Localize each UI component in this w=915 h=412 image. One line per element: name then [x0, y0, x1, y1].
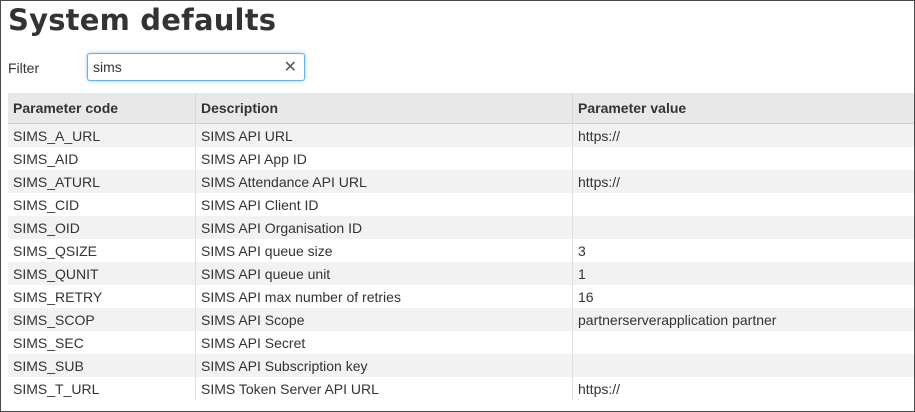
column-header-description[interactable]: Description	[195, 93, 573, 124]
parameter-code-cell: SIMS_OID	[8, 216, 196, 239]
description-cell: SIMS API Organisation ID	[195, 216, 573, 239]
table-row[interactable]: SIMS_OID SIMS API Organisation ID	[8, 216, 914, 239]
system-defaults-panel: System defaults Filter ✕ Parameter code …	[0, 0, 915, 412]
description-cell: SIMS Token Server API URL	[195, 377, 573, 400]
close-icon[interactable]: ✕	[284, 57, 297, 77]
filter-field[interactable]: ✕	[87, 53, 305, 81]
parameter-code-cell: SIMS_QUNIT	[8, 262, 196, 285]
table-row[interactable]: SIMS_RETRY SIMS API max number of retrie…	[8, 285, 914, 308]
table-row[interactable]: SIMS_CID SIMS API Client ID	[8, 193, 914, 216]
parameter-value-cell	[572, 354, 914, 377]
parameter-code-cell: SIMS_SCOP	[8, 308, 196, 331]
description-cell: SIMS API URL	[195, 123, 573, 147]
parameter-code-cell: SIMS_ATURL	[8, 170, 196, 193]
table-row[interactable]: SIMS_SUB SIMS API Subscription key	[8, 354, 914, 377]
page-title: System defaults	[8, 3, 277, 37]
column-header-parameter-code[interactable]: Parameter code	[8, 93, 196, 124]
parameter-value-cell	[572, 193, 914, 216]
parameter-value-cell: partnerserverapplication partner	[572, 308, 914, 331]
parameter-code-cell: SIMS_A_URL	[8, 123, 196, 147]
parameter-code-cell: SIMS_T_URL	[8, 377, 196, 400]
table-row[interactable]: SIMS_QUNIT SIMS API queue unit 1	[8, 262, 914, 285]
parameter-value-cell: https://	[572, 123, 914, 147]
parameter-value-cell: https://	[572, 377, 914, 400]
parameter-code-cell: SIMS_CID	[8, 193, 196, 216]
description-cell: SIMS API queue size	[195, 239, 573, 262]
parameter-value-cell	[572, 331, 914, 354]
table-row[interactable]: SIMS_ATURL SIMS Attendance API URL https…	[8, 170, 914, 193]
parameter-code-cell: SIMS_RETRY	[8, 285, 196, 308]
description-cell: SIMS API Client ID	[195, 193, 573, 216]
table-row[interactable]: SIMS_SEC SIMS API Secret	[8, 331, 914, 354]
parameters-table-body: SIMS_A_URL SIMS API URL https:// SIMS_AI…	[8, 123, 914, 400]
parameter-value-cell: 16	[572, 285, 914, 308]
filter-input[interactable]	[93, 57, 273, 77]
parameter-value-cell: https://	[572, 170, 914, 193]
parameter-code-cell: SIMS_QSIZE	[8, 239, 196, 262]
parameter-code-cell: SIMS_SUB	[8, 354, 196, 377]
column-header-parameter-value[interactable]: Parameter value	[572, 93, 914, 124]
table-row[interactable]: SIMS_T_URL SIMS Token Server API URL htt…	[8, 377, 914, 400]
parameter-value-cell: 3	[572, 239, 914, 262]
parameter-value-cell	[572, 216, 914, 239]
filter-label: Filter	[8, 60, 40, 76]
description-cell: SIMS API Scope	[195, 308, 573, 331]
description-cell: SIMS Attendance API URL	[195, 170, 573, 193]
description-cell: SIMS API queue unit	[195, 262, 573, 285]
table-row[interactable]: SIMS_AID SIMS API App ID	[8, 147, 914, 170]
description-cell: SIMS API Secret	[195, 331, 573, 354]
parameters-table: Parameter code Description Parameter val…	[8, 93, 914, 400]
description-cell: SIMS API Subscription key	[195, 354, 573, 377]
parameter-value-cell	[572, 147, 914, 170]
table-row[interactable]: SIMS_QSIZE SIMS API queue size 3	[8, 239, 914, 262]
table-header-row: Parameter code Description Parameter val…	[8, 93, 914, 124]
parameter-code-cell: SIMS_SEC	[8, 331, 196, 354]
description-cell: SIMS API max number of retries	[195, 285, 573, 308]
table-row[interactable]: SIMS_A_URL SIMS API URL https://	[8, 123, 914, 147]
parameter-value-cell: 1	[572, 262, 914, 285]
description-cell: SIMS API App ID	[195, 147, 573, 170]
table-row[interactable]: SIMS_SCOP SIMS API Scope partnerserverap…	[8, 308, 914, 331]
parameter-code-cell: SIMS_AID	[8, 147, 196, 170]
